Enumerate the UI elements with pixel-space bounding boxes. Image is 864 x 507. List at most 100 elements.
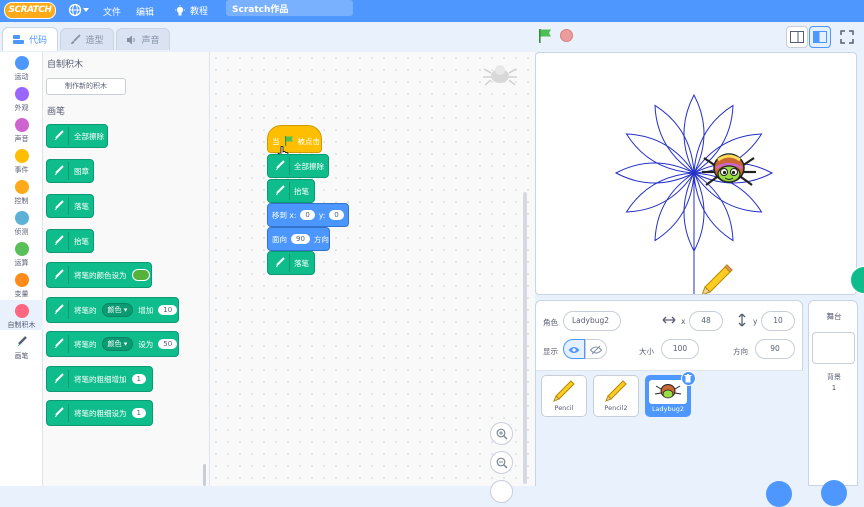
goto-x-input[interactable]: 0	[300, 210, 315, 220]
sprite-tile-pencil[interactable]: Pencil	[541, 375, 587, 417]
scratch-logo[interactable]: SCRATCH	[4, 2, 56, 19]
file-menu[interactable]: 文件	[103, 5, 121, 18]
pen-icon	[51, 127, 69, 145]
sprite-tile-name: Pencil	[554, 404, 574, 412]
stage-thumbnail[interactable]	[812, 332, 855, 364]
y-input[interactable]: 10	[761, 311, 795, 331]
category-motion[interactable]: 运动	[0, 56, 43, 82]
pen-icon	[51, 370, 69, 388]
block-change-pen-size[interactable]: 将笔的粗细增加 1	[46, 366, 153, 392]
petal-stroke	[614, 162, 696, 184]
pen-icon	[51, 162, 69, 180]
sprite-thumbnail-icon	[482, 64, 518, 88]
block-change-pen-param-verb: 增加	[138, 305, 154, 315]
direction-input[interactable]: 90	[755, 339, 795, 359]
category-control-dot	[14, 180, 29, 194]
zoom-in-button[interactable]	[490, 422, 513, 445]
tab-code[interactable]: 代码	[2, 27, 58, 51]
pencil-sprite[interactable]	[700, 263, 734, 294]
zoom-reset-button[interactable]	[490, 480, 513, 503]
my-blocks-heading: 自制积木	[47, 60, 84, 70]
block-set-pen-param[interactable]: 将笔的 颜色 ▾ 设为 50	[46, 331, 179, 357]
menu-bar: SCRATCH 文件 编辑 教程 Scratch作品	[0, 0, 864, 22]
zoom-out-button[interactable]	[490, 451, 513, 474]
category-sound[interactable]: 声音	[0, 118, 43, 144]
goto-y-input[interactable]: 0	[329, 210, 344, 220]
point-direction-input[interactable]: 90	[291, 234, 310, 244]
color-swatch[interactable]	[131, 269, 150, 281]
make-block-button[interactable]: 制作新的积木	[46, 78, 126, 95]
category-pen[interactable]: 画笔	[0, 335, 43, 361]
block-erase-all[interactable]: 全部擦除	[46, 124, 108, 148]
edit-menu[interactable]: 编辑	[136, 5, 154, 18]
pen-param-dropdown[interactable]: 颜色 ▾	[101, 303, 134, 317]
sprite-name-input[interactable]: Ladybug2	[563, 311, 621, 331]
green-flag-button[interactable]	[537, 28, 553, 46]
stop-button[interactable]	[560, 29, 573, 42]
size-set-input[interactable]: 1	[131, 408, 146, 418]
delete-sprite-button[interactable]	[681, 371, 696, 386]
sprite-tile-pencil2[interactable]: Pencil2	[593, 375, 639, 417]
category-control-label: 控制	[14, 197, 29, 205]
category-operators[interactable]: 运算	[0, 242, 43, 268]
pen-icon	[51, 335, 69, 353]
script-erase-all[interactable]: 全部擦除	[267, 154, 329, 178]
fullscreen-button[interactable]	[836, 26, 858, 48]
category-looks[interactable]: 外观	[0, 87, 43, 113]
script-when-flag-clicked[interactable]: 当 被点击	[267, 125, 322, 153]
stage-canvas[interactable]	[535, 52, 857, 295]
block-stamp[interactable]: 图章	[46, 159, 94, 183]
language-globe-icon[interactable]	[68, 3, 90, 20]
category-variables[interactable]: 变量	[0, 273, 43, 299]
large-stage-icon	[813, 31, 827, 43]
small-stage-button[interactable]	[786, 26, 808, 48]
block-change-pen-param[interactable]: 将笔的 颜色 ▾ 增加 10	[46, 297, 179, 323]
change-value-input[interactable]: 10	[158, 305, 178, 315]
script-scrollbar[interactable]	[523, 192, 527, 484]
category-events[interactable]: 事件	[0, 149, 43, 175]
block-set-pen-size[interactable]: 将笔的粗细设为 1	[46, 400, 153, 426]
category-my-blocks[interactable]: 自制积木	[0, 300, 43, 330]
script-goto-xy[interactable]: 移到 x: 0 y: 0	[267, 203, 349, 227]
choose-backdrop-button[interactable]	[821, 480, 847, 506]
category-sensing[interactable]: 侦测	[0, 211, 43, 237]
block-pen-down[interactable]: 落笔	[46, 194, 94, 218]
block-pen-down-label: 落笔	[74, 201, 89, 211]
stage-panel: 舞台 背景 1	[808, 300, 858, 506]
script-pen-down[interactable]: 落笔	[267, 251, 315, 275]
script-area[interactable]: 当 被点击 全部擦除 抬笔 移到 x: 0 y: 0 面向 90 方向 落笔	[210, 52, 535, 503]
palette-scrollbar[interactable]	[203, 464, 206, 486]
pen-icon	[272, 254, 290, 272]
tab-costumes[interactable]: 造型	[60, 28, 114, 50]
choose-sprite-button[interactable]	[766, 481, 792, 507]
show-visible-button[interactable]	[563, 339, 585, 359]
size-input[interactable]: 100	[661, 339, 699, 359]
block-pen-up[interactable]: 抬笔	[46, 229, 94, 253]
tab-code-label: 代码	[28, 36, 47, 46]
project-title-input[interactable]: Scratch作品	[226, 0, 353, 16]
category-menu: 运动 外观 声音 事件 控制 侦测 运算 变量 自制积木 画笔	[0, 52, 43, 486]
category-variables-dot	[14, 273, 29, 287]
tab-sounds[interactable]: 声音	[116, 28, 170, 50]
x-label: x	[681, 317, 686, 326]
category-sensing-label: 侦测	[14, 228, 29, 236]
script-point-direction[interactable]: 面向 90 方向	[267, 227, 330, 251]
pen-icon	[272, 157, 290, 175]
script-pen-up[interactable]: 抬笔	[267, 179, 315, 203]
x-input[interactable]: 48	[689, 311, 723, 331]
block-set-pen-color[interactable]: 将笔的颜色设为	[46, 262, 152, 288]
large-stage-button[interactable]	[809, 26, 831, 48]
pen-param-dropdown[interactable]: 颜色 ▾	[101, 337, 134, 351]
ladybug-sprite-icon	[702, 153, 756, 186]
set-value-input[interactable]: 50	[158, 339, 178, 349]
tutorials-menu[interactable]: 教程	[174, 4, 208, 17]
show-hidden-button[interactable]	[585, 339, 607, 359]
ladybug-sprite[interactable]	[698, 146, 760, 190]
category-motion-label: 运动	[14, 73, 29, 81]
category-control[interactable]: 控制	[0, 180, 43, 206]
tab-sounds-label: 声音	[141, 36, 160, 46]
block-set-pen-color-label: 将笔的颜色设为	[74, 270, 127, 280]
pen-heading: 画笔	[47, 107, 66, 117]
size-change-input[interactable]: 1	[131, 374, 146, 384]
pen-icon	[51, 404, 69, 422]
